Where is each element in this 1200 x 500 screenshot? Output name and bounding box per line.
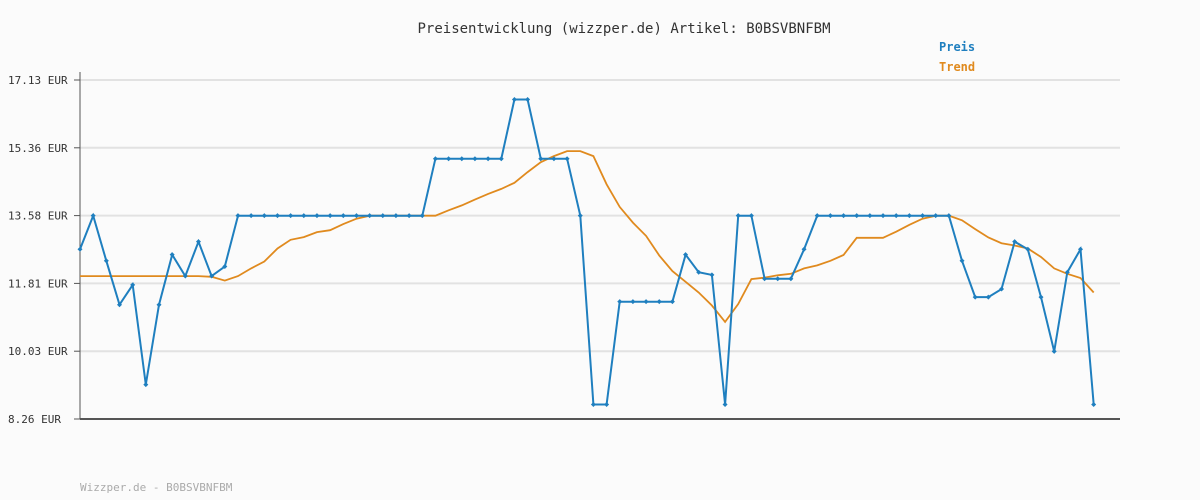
data-point: [406, 213, 412, 219]
data-point: [617, 299, 623, 305]
data-point: [1051, 348, 1057, 354]
legend-entry-preis: Preis: [939, 40, 975, 54]
data-point: [472, 156, 478, 162]
price-chart: Preisentwicklung (wizzper.de) Artikel: B…: [8, 21, 1120, 494]
data-point: [156, 302, 162, 308]
series-lines: [79, 98, 1095, 406]
data-point: [393, 213, 399, 219]
data-point: [893, 213, 899, 219]
y-tick-label: 8.26 EUR: [8, 413, 61, 426]
data-point: [669, 299, 675, 305]
data-point: [380, 213, 386, 219]
data-point: [1038, 294, 1044, 300]
data-point: [643, 299, 649, 305]
data-point: [709, 272, 715, 278]
data-point: [90, 213, 96, 219]
series-line-preis: [79, 98, 1095, 406]
data-point: [775, 276, 781, 282]
grid: [80, 79, 1120, 420]
data-point: [235, 213, 241, 219]
y-tick-label: 17.13 EUR: [8, 74, 68, 87]
axes: [79, 72, 1120, 420]
data-point: [459, 156, 465, 162]
data-point: [906, 213, 912, 219]
data-point: [722, 401, 728, 407]
data-point: [854, 213, 860, 219]
legend: Preis Trend: [939, 40, 975, 74]
data-point: [1091, 401, 1097, 407]
data-point: [604, 401, 610, 407]
data-point: [656, 299, 662, 305]
data-point: [195, 239, 201, 245]
data-point: [933, 213, 939, 219]
data-point: [748, 213, 754, 219]
data-point: [867, 213, 873, 219]
data-point: [577, 213, 583, 219]
data-point: [327, 213, 333, 219]
data-point: [946, 213, 952, 219]
y-axis-ticks: 17.13 EUR 15.36 EUR 13.58 EUR 11.81 EUR 10.0…: [8, 74, 80, 426]
data-point: [498, 156, 504, 162]
data-point: [590, 401, 596, 407]
data-point: [340, 213, 346, 219]
data-point: [367, 213, 373, 219]
data-point: [314, 213, 320, 219]
data-point: [288, 213, 294, 219]
data-point: [841, 213, 847, 219]
chart-footer: Wizzper.de - B0BSVBNFBM: [80, 481, 233, 494]
data-point: [735, 213, 741, 219]
data-point: [972, 294, 978, 300]
chart-title: Preisentwicklung (wizzper.de) Artikel: B…: [417, 21, 830, 37]
data-point: [103, 258, 109, 264]
legend-entry-trend: Trend: [939, 60, 975, 74]
data-point: [525, 96, 531, 102]
data-point: [248, 213, 254, 219]
y-tick-label: 11.81 EUR: [8, 277, 68, 290]
data-point: [511, 96, 517, 102]
data-point: [261, 213, 267, 219]
data-point: [301, 213, 307, 219]
y-tick-label: 10.03 EUR: [8, 345, 68, 358]
data-point: [274, 213, 280, 219]
data-point: [827, 213, 833, 219]
data-point: [143, 382, 149, 388]
data-point: [564, 156, 570, 162]
y-tick-label: 13.58 EUR: [8, 210, 68, 223]
data-point: [446, 156, 452, 162]
data-point: [959, 258, 965, 264]
data-point: [880, 213, 886, 219]
data-point: [630, 299, 636, 305]
y-tick-label: 15.36 EUR: [8, 142, 68, 155]
data-point: [432, 156, 438, 162]
data-point: [419, 213, 425, 219]
data-point: [485, 156, 491, 162]
series-markers: [77, 96, 1097, 407]
